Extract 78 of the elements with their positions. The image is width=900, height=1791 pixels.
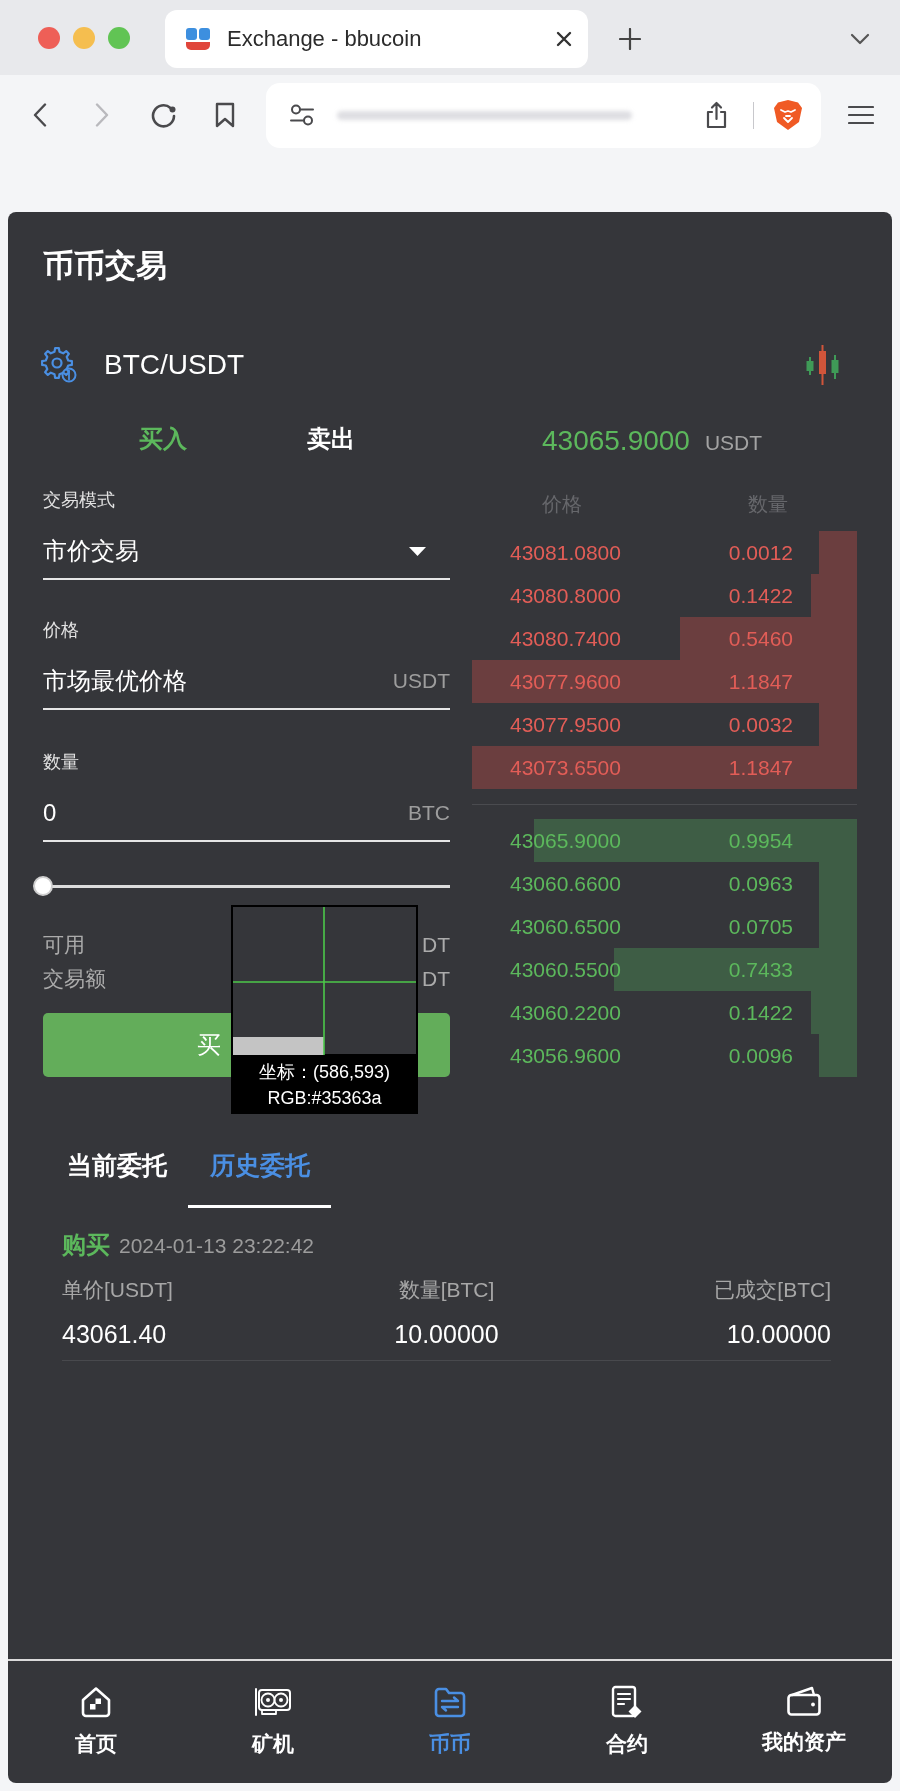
shield-icon[interactable] (772, 99, 804, 131)
page-title: 币币交易 (43, 248, 167, 284)
ask-price: 43077.9600 (510, 669, 621, 694)
order-time: 2024-01-13 23:22:42 (119, 1233, 314, 1259)
nav-item[interactable]: 矿机 (184, 1661, 362, 1783)
order-side-label: 购买 (62, 1231, 110, 1259)
close-icon[interactable] (556, 31, 572, 47)
bookmark-icon[interactable] (215, 102, 235, 128)
trade-tab[interactable]: 买入 (79, 419, 247, 459)
ask-price: 43073.6500 (510, 755, 621, 780)
gear-coin-icon[interactable] (41, 347, 77, 383)
price-unit: USDT (704, 430, 763, 456)
unit-label: BTC (408, 801, 450, 825)
available-value: DT (422, 933, 450, 957)
folder-exchange-icon (433, 1685, 467, 1719)
ask-quantity: 0.1422 (728, 583, 793, 608)
available-label: 可用 (43, 932, 85, 958)
field-label: 价格 (43, 619, 79, 642)
price-input[interactable]: 市场最优价格 (43, 665, 393, 697)
bid-price: 43065.9000 (510, 828, 621, 853)
caret-down-icon (409, 546, 426, 556)
close-window-icon[interactable] (38, 27, 60, 49)
bid-quantity: 0.1422 (728, 1000, 793, 1025)
ask-quantity: 1.1847 (728, 755, 793, 780)
column-header: 单价[USDT] (62, 1277, 173, 1303)
graphics-card-icon (254, 1685, 293, 1719)
contract-document-icon (610, 1685, 643, 1719)
order-tab[interactable]: 历史委托 (188, 1148, 331, 1208)
column-header: 数量[BTC] (398, 1277, 495, 1303)
share-icon[interactable] (705, 101, 728, 129)
wallet-icon (785, 1685, 822, 1717)
ask-price: 43081.0800 (510, 540, 621, 565)
bid-quantity: 0.0963 (728, 871, 793, 896)
chevron-down-icon[interactable] (850, 33, 870, 45)
bid-price: 43060.5500 (510, 957, 621, 982)
ask-price: 43080.8000 (510, 583, 621, 608)
rgb-value-text: RGB:#35363a (267, 1086, 382, 1110)
trade-mode-select[interactable]: 市价交易 (43, 524, 450, 580)
bid-price: 43060.6500 (510, 914, 621, 939)
favicon-icon (185, 27, 211, 51)
ask-price: 43077.9500 (510, 712, 621, 737)
ask-quantity: 0.0012 (728, 540, 793, 565)
menu-icon[interactable] (848, 105, 874, 125)
column-header: 已成交[BTC] (714, 1277, 831, 1303)
ask-quantity: 1.1847 (728, 669, 793, 694)
slider-thumb[interactable] (33, 876, 53, 896)
sliders-icon[interactable] (290, 104, 314, 126)
bid-quantity: 0.9954 (728, 828, 793, 853)
ask-price: 43080.7400 (510, 626, 621, 651)
trade-tab[interactable]: 卖出 (247, 419, 415, 459)
ask-quantity: 0.0032 (728, 712, 793, 737)
field-label: 交易模式 (43, 489, 115, 512)
order-value: 10.00000 (726, 1319, 831, 1350)
browser-tab[interactable]: Exchange - bbucoin (165, 10, 588, 68)
new-tab-icon[interactable] (619, 28, 641, 50)
order-value: 10.00000 (394, 1319, 499, 1350)
back-icon[interactable] (33, 103, 47, 127)
unit-label: USDT (392, 669, 450, 693)
nav-item[interactable]: 币币 (361, 1661, 539, 1783)
field-label: 数量 (43, 751, 79, 774)
amount-input[interactable]: 0 (43, 797, 408, 829)
reload-icon[interactable] (150, 101, 177, 129)
bid-quantity: 0.0096 (728, 1043, 793, 1068)
nav-item[interactable]: 我的资产 (715, 1661, 892, 1783)
ask-quantity: 0.5460 (728, 626, 793, 651)
order-value: 43061.40 (62, 1319, 167, 1350)
trade-amount-label: 交易额 (43, 966, 106, 992)
order-tab[interactable]: 当前委托 (45, 1148, 188, 1208)
nav-item[interactable]: 合约 (538, 1661, 716, 1783)
bid-price: 43060.6600 (510, 871, 621, 896)
pair-symbol: BTC/USDT (104, 349, 244, 381)
bid-price: 43056.9600 (510, 1043, 621, 1068)
nav-item[interactable]: 首页 (8, 1661, 185, 1783)
bid-quantity: 0.0705 (728, 914, 793, 939)
trade-amount-value: DT (422, 967, 450, 991)
bid-quantity: 0.7433 (728, 957, 793, 982)
last-price: 43065.9000 (542, 424, 690, 458)
bid-price: 43060.2200 (510, 1000, 621, 1025)
